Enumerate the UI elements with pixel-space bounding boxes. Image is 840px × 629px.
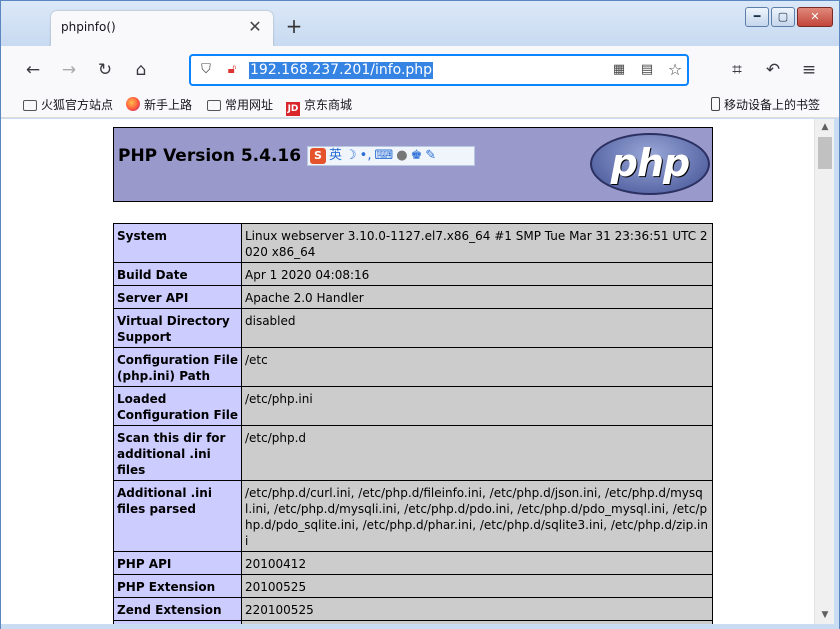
row-value: /etc — [241, 347, 713, 387]
keyboard-icon[interactable]: ⌨ — [374, 148, 393, 164]
vertical-scrollbar[interactable]: ▲ ▼ — [814, 119, 834, 624]
new-tab-icon[interactable]: + — [283, 15, 305, 37]
insecure-lock-icon[interactable]: 🔓︎ — [222, 61, 242, 79]
bookmark-label: 火狐官方站点 — [41, 98, 114, 112]
table-row: Configuration File (php.ini) Path/etc — [113, 347, 713, 387]
forward-icon[interactable]: → — [57, 58, 81, 82]
url-bar[interactable]: ⛉ 🔓︎ 192.168.237.201/info.php ▦ ▤ ☆ — [189, 54, 689, 86]
row-value: /etc/php.d/curl.ini, /etc/php.d/fileinfo… — [241, 480, 713, 552]
row-key: PHP Extension — [113, 574, 242, 598]
row-value: 220100525 — [241, 597, 713, 621]
page-content[interactable]: PHP Version 5.4.16 S 英 ☽ •, ⌨ ● ♚ ✎ php … — [1, 119, 814, 624]
bookmark-item[interactable]: JD 京东商城 — [286, 96, 353, 116]
row-key: Build Date — [113, 262, 242, 286]
row-key: PHP API — [113, 551, 242, 575]
back-icon[interactable]: ← — [21, 58, 45, 82]
row-value: /etc/php.d — [241, 425, 713, 481]
firefox-icon — [126, 97, 140, 111]
row-value: /etc/php.ini — [241, 386, 713, 426]
row-key: Virtual Directory Support — [113, 308, 242, 348]
shirt-icon[interactable]: ♚ — [411, 148, 423, 164]
php-info-table: System Linux webserver 3.10.0-1127.el7.x8… — [113, 223, 713, 624]
reload-icon[interactable]: ↻ — [93, 58, 117, 82]
tab-strip: phpinfo() ✕ + ━ ▢ ✕ — [1, 1, 839, 46]
user-icon[interactable]: ● — [396, 148, 407, 164]
folder-icon — [23, 100, 37, 111]
bookmark-label: 京东商城 — [304, 98, 353, 112]
tab-phpinfo[interactable]: phpinfo() ✕ — [51, 11, 273, 46]
row-value: 20100525 — [241, 574, 713, 598]
php-header: PHP Version 5.4.16 S 英 ☽ •, ⌨ ● ♚ ✎ php — [113, 127, 713, 202]
table-row: PHP API 20100412 — [113, 551, 713, 575]
scroll-up-icon[interactable]: ▲ — [815, 119, 835, 136]
bookmark-label: 移动设备上的书签 — [724, 98, 821, 112]
row-key: System — [113, 223, 242, 263]
jd-logo-icon: JD — [286, 102, 300, 116]
row-key: Server API — [113, 285, 242, 309]
undo-icon[interactable]: ↶ — [761, 58, 785, 82]
row-value: 20100412 — [241, 551, 713, 575]
moon-icon[interactable]: ☽ — [345, 148, 357, 164]
table-row: System Linux webserver 3.10.0-1127.el7.x8… — [113, 223, 713, 263]
table-row: PHP Extension 20100525 — [113, 574, 713, 598]
shield-icon[interactable]: ⛉ — [196, 61, 216, 79]
bookmark-label: 新手上路 — [144, 98, 193, 112]
table-row: Loaded Configuration File/etc/php.ini — [113, 386, 713, 426]
table-row: Scan this dir for additional .ini files /… — [113, 425, 713, 481]
row-key: Zend Extension — [113, 597, 242, 621]
menu-icon[interactable]: ≡ — [797, 58, 821, 82]
scroll-down-icon[interactable]: ▼ — [815, 607, 835, 624]
row-key: Loaded Configuration File — [113, 386, 242, 426]
bookmark-item[interactable]: 常用网址 — [207, 96, 273, 114]
qr-code-icon[interactable]: ▦ — [609, 61, 629, 79]
table-row: Server API Apache 2.0 Handler — [113, 285, 713, 309]
row-key: Scan this dir for additional .ini files — [113, 425, 242, 481]
php-logo: php — [590, 133, 710, 195]
wrench-icon[interactable]: ✎ — [425, 148, 436, 164]
sogou-icon[interactable]: S — [310, 148, 326, 164]
bookmark-star-icon[interactable]: ☆ — [665, 61, 685, 79]
maximize-icon[interactable]: ▢ — [771, 7, 795, 27]
ime-language-label[interactable]: 英 — [329, 148, 342, 164]
row-key: Configuration File (php.ini) Path — [113, 347, 242, 387]
url-text[interactable]: 192.168.237.201/info.php — [249, 62, 434, 79]
browser-window: phpinfo() ✕ + ━ ▢ ✕ ← → ↻ ⌂ ⛉ 🔓︎ 192.168… — [0, 0, 840, 629]
table-row: Build Date Apr 1 2020 04:08:16 — [113, 262, 713, 286]
phone-icon — [711, 97, 720, 111]
screenshot-crop-icon[interactable]: ⌗ — [725, 58, 749, 82]
ime-toolbar[interactable]: S 英 ☽ •, ⌨ ● ♚ ✎ — [307, 146, 475, 166]
punctuation-icon[interactable]: •, — [360, 148, 372, 164]
tab-title: phpinfo() — [61, 20, 116, 34]
home-icon[interactable]: ⌂ — [129, 58, 153, 82]
scroll-thumb[interactable] — [818, 137, 832, 169]
row-key: Additional .ini files parsed — [113, 480, 242, 552]
row-value: Apache 2.0 Handler — [241, 285, 713, 309]
window-bottom-border — [1, 624, 839, 629]
navigation-toolbar: ← → ↻ ⌂ ⛉ 🔓︎ 192.168.237.201/info.php ▦ … — [1, 46, 839, 93]
bookmark-item[interactable]: 新手上路 — [126, 96, 192, 114]
table-row: Virtual Directory Support disabled — [113, 308, 713, 348]
row-value: Apr 1 2020 04:08:16 — [241, 262, 713, 286]
table-row: Zend Extension 220100525 — [113, 597, 713, 621]
php-version-title: PHP Version 5.4.16 — [118, 146, 302, 166]
folder-icon — [207, 100, 221, 111]
bookmarks-bar: 火狐官方站点 新手上路 常用网址 JD 京东商城 移动设备上的书签 — [1, 93, 839, 118]
row-value: Linux webserver 3.10.0-1127.el7.x86_64 #… — [241, 223, 713, 263]
close-window-icon[interactable]: ✕ — [797, 7, 833, 27]
table-row: Additional .ini files parsed/etc/php.d/c… — [113, 480, 713, 552]
minimize-icon[interactable]: ━ — [745, 7, 769, 27]
php-logo-text: php — [610, 141, 690, 185]
close-tab-icon[interactable]: ✕ — [245, 17, 265, 37]
reader-view-icon[interactable]: ▤ — [637, 61, 657, 79]
mobile-bookmarks[interactable]: 移动设备上的书签 — [711, 96, 820, 114]
row-value: disabled — [241, 308, 713, 348]
bookmark-item[interactable]: 火狐官方站点 — [23, 96, 113, 114]
window-controls: ━ ▢ ✕ — [745, 7, 833, 27]
bookmark-label: 常用网址 — [225, 98, 274, 112]
